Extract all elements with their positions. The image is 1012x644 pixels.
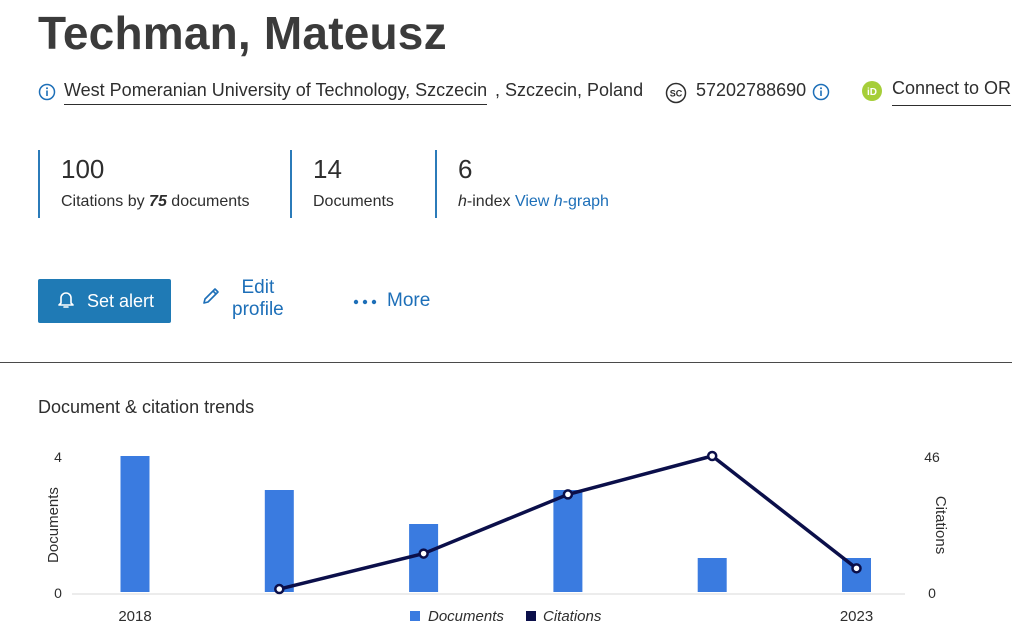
author-id: 57202788690 — [696, 80, 807, 100]
metric-h-index: 6 h-index View h-graph — [435, 150, 635, 218]
affiliation-location: , Szczecin, Poland — [495, 80, 644, 100]
documents-bar — [264, 490, 294, 592]
svg-text:SC: SC — [670, 89, 683, 99]
scopus-id-icon: SC — [665, 82, 687, 104]
x-tick-label: 2023 — [840, 608, 873, 625]
y-tick-label: 0 — [54, 585, 62, 601]
documents-label: Documents — [313, 193, 394, 210]
connect-orcid-link[interactable]: Connect to OR — [892, 78, 1012, 106]
metric-documents[interactable]: 14 Documents — [290, 150, 435, 218]
edit-profile-label: Edit profile — [232, 277, 284, 320]
citing-documents-count: 75 — [149, 193, 167, 210]
y2-axis-title: Citations — [932, 496, 949, 554]
h-index-label: h-index View h-graph — [458, 193, 609, 210]
legend-documents-label: Documents — [428, 608, 504, 625]
section-divider — [0, 362, 1012, 363]
pencil-icon — [200, 285, 222, 313]
view-h-graph-link[interactable]: View h-graph — [515, 193, 609, 210]
set-alert-label: Set alert — [86, 290, 155, 311]
documents-bar — [120, 456, 150, 592]
documents-bar — [553, 490, 583, 592]
documents-bar — [697, 558, 727, 592]
y-tick-label: 4 — [54, 449, 62, 465]
more-button[interactable]: More — [353, 279, 430, 323]
more-dots-icon — [353, 290, 377, 312]
info-icon[interactable] — [38, 83, 56, 101]
documents-count: 14 — [313, 154, 342, 184]
citations-point — [851, 563, 862, 574]
author-name: Techman, Mateusz — [38, 7, 447, 59]
edit-profile-button[interactable]: Edit profile — [200, 277, 284, 321]
citations-point — [562, 489, 574, 500]
chart-title: Document & citation trends — [38, 397, 255, 417]
metric-citations[interactable]: 100 Citations by 75 documents — [38, 150, 288, 218]
bell-icon — [55, 288, 77, 315]
citations-count: 100 — [61, 154, 105, 184]
legend-documents-swatch — [410, 611, 420, 621]
svg-text:iD: iD — [867, 87, 877, 98]
orcid-icon[interactable]: iD — [861, 80, 883, 102]
info-icon[interactable] — [812, 83, 830, 106]
citations-point — [274, 583, 285, 595]
h-index-value: 6 — [458, 154, 473, 184]
legend-citations-swatch — [526, 611, 536, 621]
y2-tick-label: 46 — [924, 449, 940, 465]
y-axis-title: Documents — [45, 487, 62, 563]
citations-point — [706, 450, 718, 462]
author-meta-row: West Pomeranian University of Technology… — [38, 78, 1012, 112]
y2-tick-label: 0 — [928, 585, 936, 601]
legend-citations-label: Citations — [543, 608, 602, 625]
affiliation-link[interactable]: West Pomeranian University of Technology… — [64, 80, 488, 105]
more-label: More — [387, 290, 431, 311]
x-tick-label: 2018 — [118, 608, 151, 625]
set-alert-button[interactable]: Set alert — [38, 279, 171, 323]
citations-label: Citations by 75 documents — [61, 193, 250, 210]
document-citation-trend-chart: 4 0 46 0 Documents Citations 2018 2023 Documents… — [45, 449, 949, 625]
citations-point — [418, 548, 429, 559]
